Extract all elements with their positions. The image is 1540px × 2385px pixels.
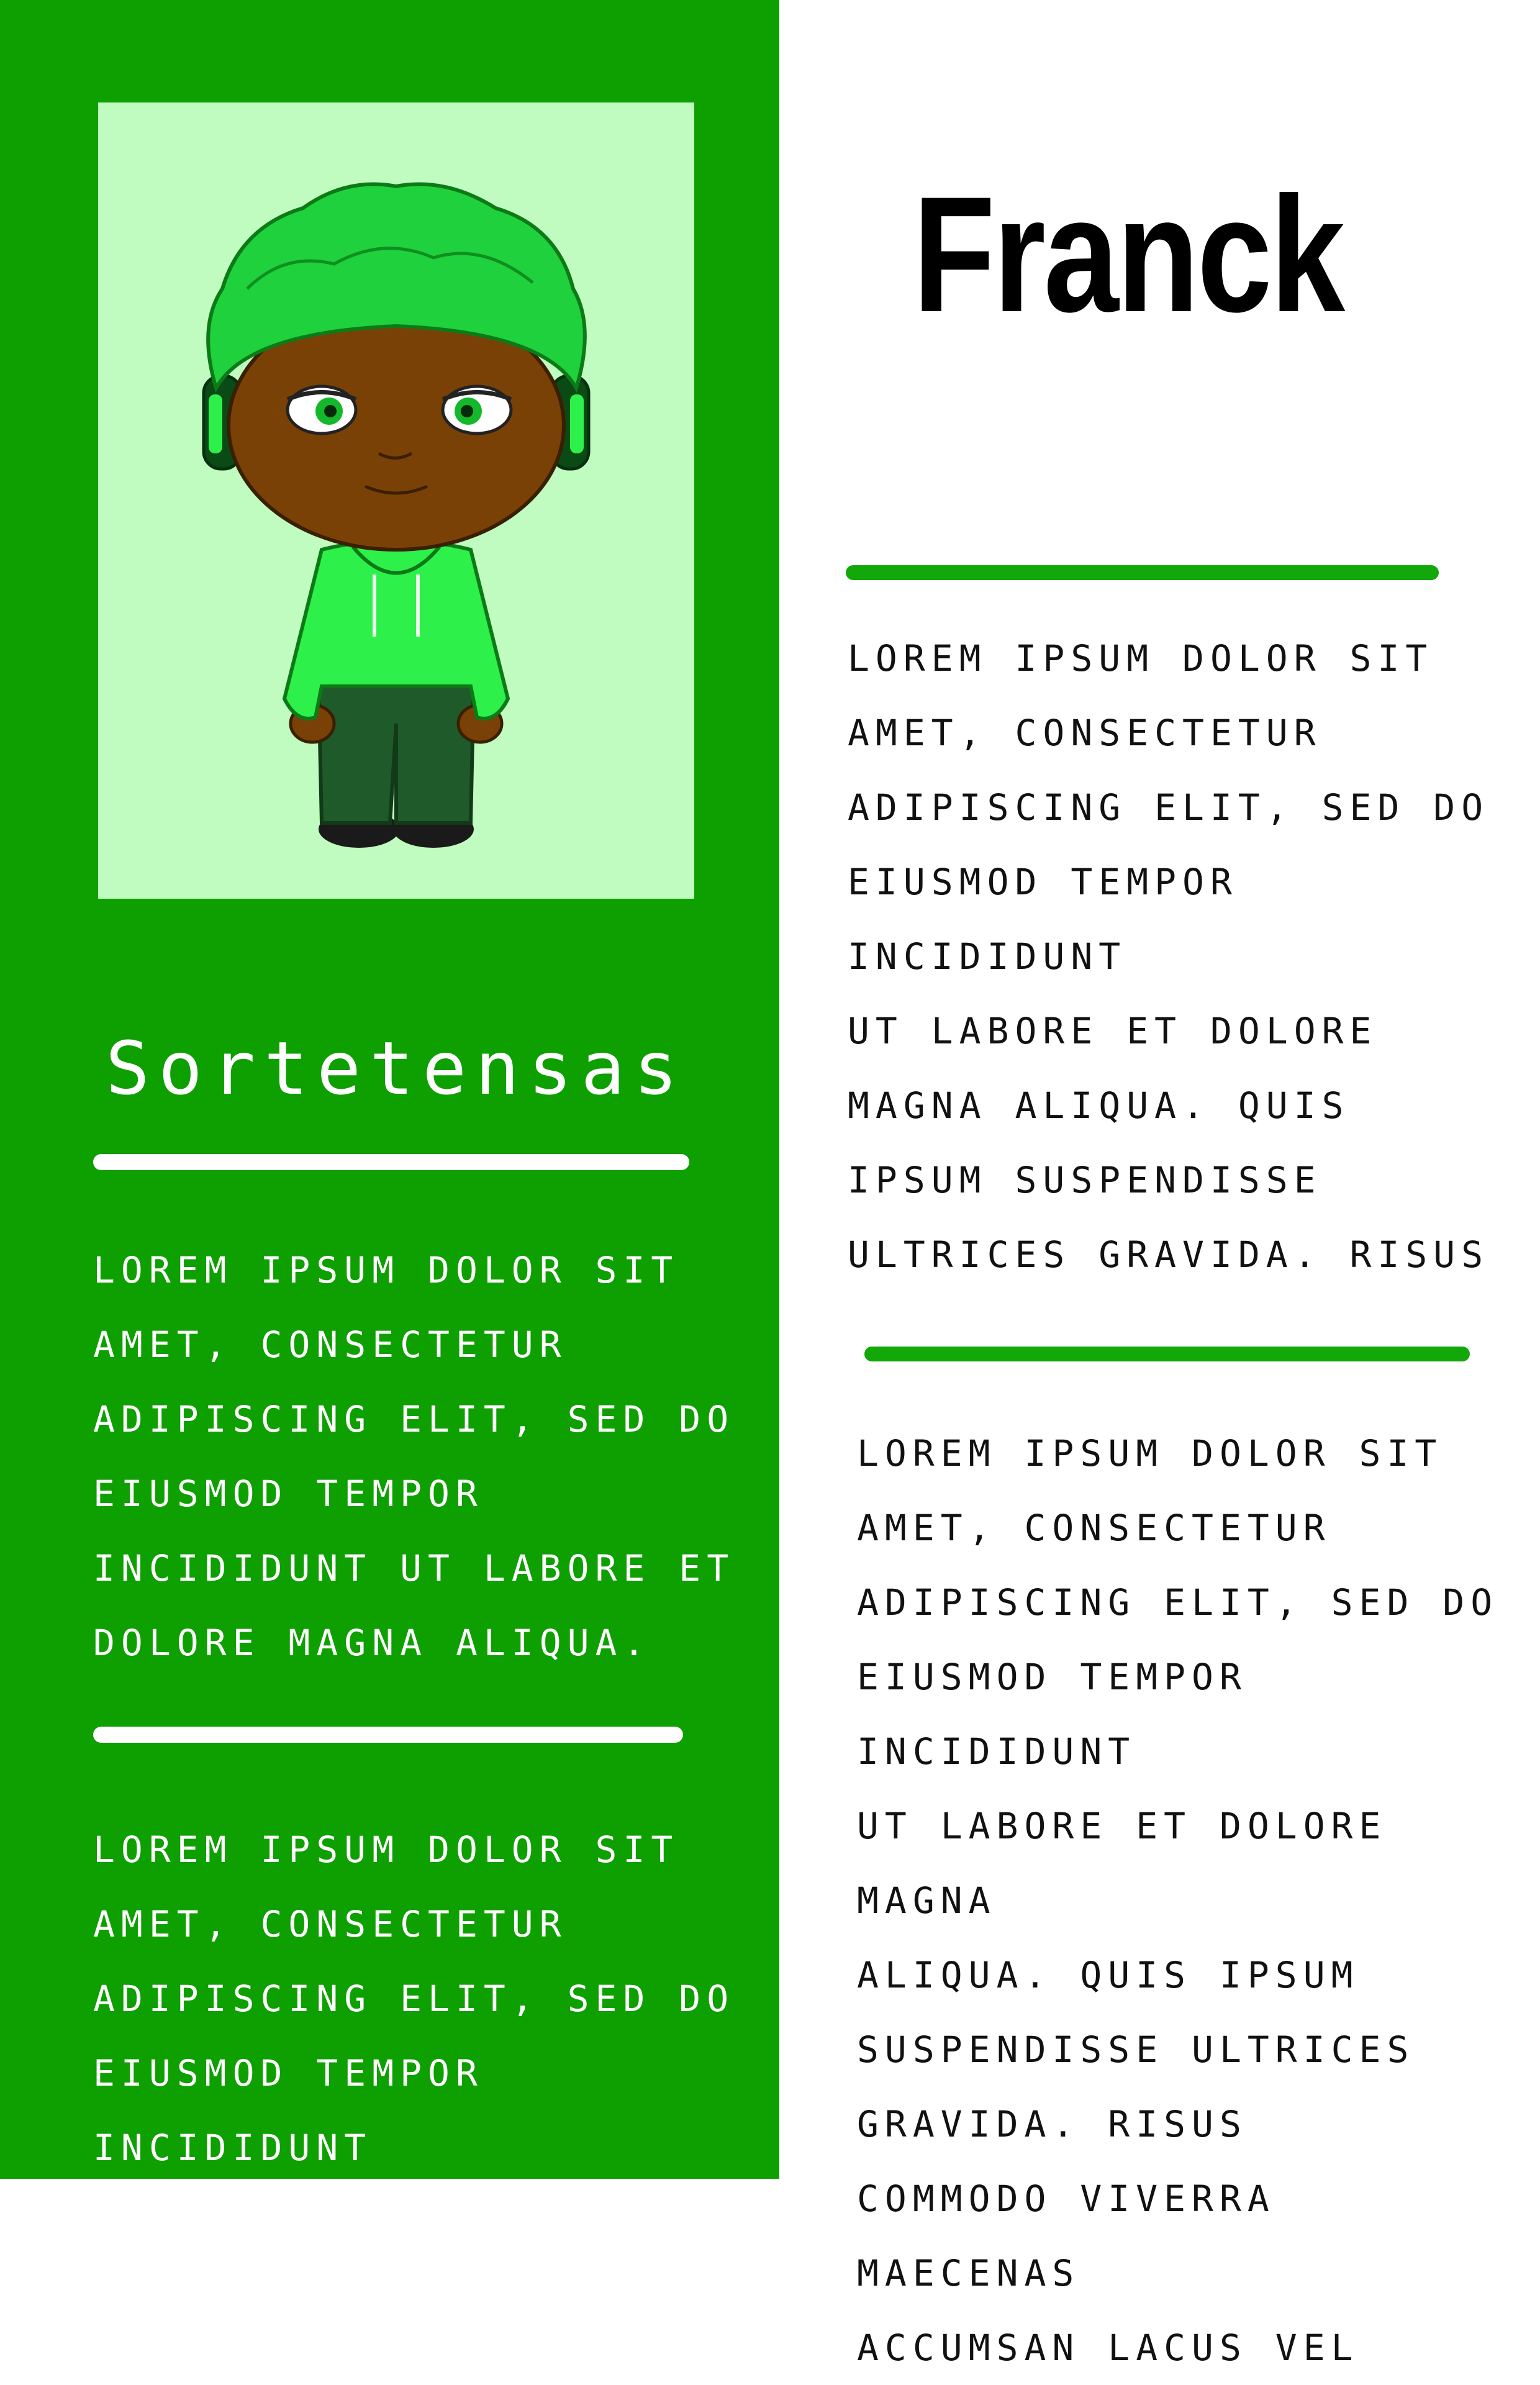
sidebar-divider xyxy=(93,1154,689,1170)
sidebar-paragraph: LOREM IPSUM DOLOR SIT AMET, CONSECTETUR … xyxy=(93,1249,735,1664)
sidebar-paragraph: LOREM IPSUM DOLOR SIT AMET, CONSECTETUR … xyxy=(93,1828,735,2169)
main-divider xyxy=(846,565,1439,580)
main-paragraph: LOREM IPSUM DOLOR SIT AMET, CONSECTETUR … xyxy=(857,1432,1499,2369)
avatar-portrait xyxy=(98,102,694,899)
avatar-illustration xyxy=(202,182,591,848)
profile-name: Franck xyxy=(913,163,1345,347)
sidebar-divider xyxy=(93,1727,683,1743)
sidebar-heading: Sortetensas xyxy=(106,1025,687,1111)
main-paragraph: LOREM IPSUM DOLOR SIT AMET, CONSECTETUR … xyxy=(848,637,1490,1276)
main-divider xyxy=(864,1347,1470,1361)
sidebar-panel: Sortetensas LOREM IPSUM DOLOR SIT AMET, … xyxy=(0,0,779,2179)
